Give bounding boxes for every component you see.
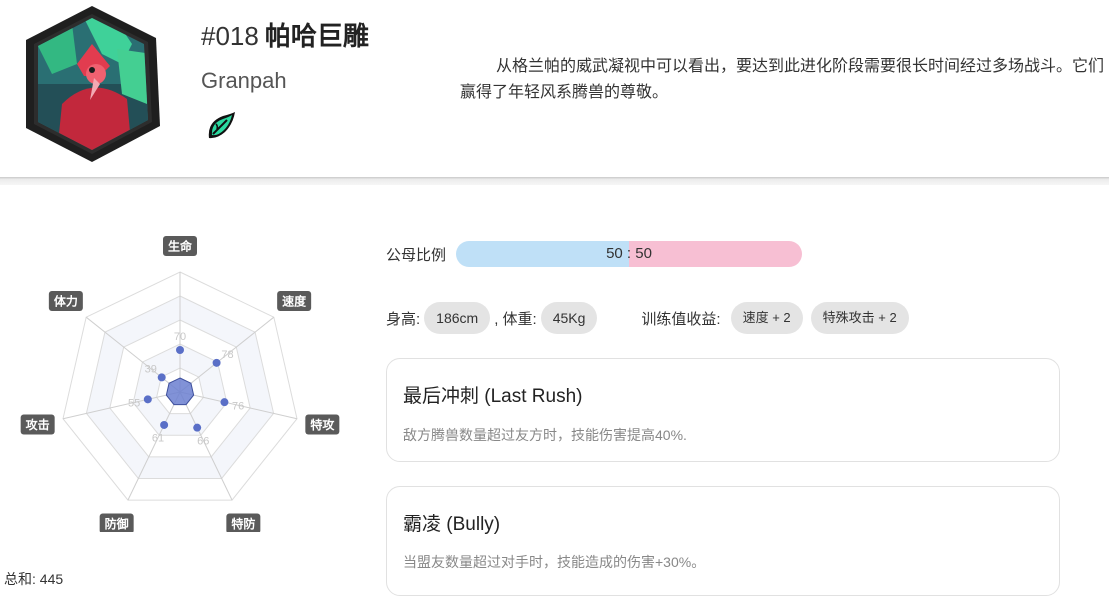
stat-point [212,358,221,367]
creature-portrait [26,6,160,162]
stat-axis-label: 速度 [277,290,312,311]
stat-value-label: 55 [128,397,140,409]
ev-badge-speed: 速度 + 2 [730,302,803,334]
stat-radar-chart: 70 78 76 66 61 55 39 生命速度特攻特防 防御 攻击 体力 [20,236,340,532]
stat-label-text: 攻击 [26,417,50,432]
ev-label: 训练值收益: [641,310,721,328]
stat-label-text: 生命 [168,239,193,254]
height-label: 身高: [386,310,421,328]
stat-total: 总和: 445 [4,571,64,587]
info-row: 身高: 186cm , 体重: 45Kg 训练值收益: 速度 + 2 特殊攻击 … [386,302,913,334]
stat-value-label: 61 [152,433,164,445]
creature-english-name: Granpah [201,68,287,93]
gender-ratio-bar: 50 : 50 [456,241,803,267]
stat-label-text: 速度 [282,293,307,308]
wind-leaf-icon[interactable] [205,110,237,142]
page-title: #018 帕哈巨雕 [201,16,369,53]
stat-point [157,373,166,382]
creature-number: #018 [201,21,259,51]
stat-point [220,398,229,407]
stat-label-text: 特防 [231,516,255,531]
gender-ratio-text: 50 : 50 [606,245,652,262]
stat-label-text: 特攻 [310,417,335,432]
stat-point [143,395,152,404]
header: #018 帕哈巨雕 Granpah 从格兰帕的威武凝视中可以看出，要达到此进化阶段… [0,0,1109,177]
stat-point [160,420,169,429]
height-value: 186cm [424,302,491,334]
creature-description: 从格兰帕的威武凝视中可以看出，要达到此进化阶段需要很长时间经过多场战斗。它们赢得… [460,58,1105,101]
stat-value-label: 70 [174,331,186,343]
ability-description: 当盟友数量超过对手时，技能造成的伤害+30%。 [403,554,706,570]
ability-title: 霸凌 (Bully) [403,514,501,535]
stat-axis-label: 生命 [163,236,197,256]
stat-axis-label: 攻击 [20,414,55,435]
stat-point [193,423,202,432]
stat-label-text: 体力 [54,293,78,308]
header-divider [0,177,1109,185]
ability-description: 敌方腾兽数量超过友方时，技能伤害提高40%. [403,427,687,443]
stat-value-label: 78 [221,349,233,361]
stat-value-label: 76 [232,400,244,412]
ability-card[interactable]: 最后冲刺 (Last Rush) 敌方腾兽数量超过友方时，技能伤害提高40%. [386,358,1060,462]
stat-axis-label: 体力 [48,290,83,311]
ability-card[interactable]: 霸凌 (Bully) 当盟友数量超过对手时，技能造成的伤害+30%。 [386,486,1060,596]
stat-label-text: 防御 [105,516,129,531]
stat-axis-label: 防御 [99,513,134,532]
weight-label: , 体重: [494,310,537,328]
gender-ratio-row: 公母比例 50 : 50 [386,241,803,267]
stat-point [176,346,184,354]
stat-axis-label: 特攻 [305,414,340,435]
stat-value-label: 39 [145,364,157,376]
stat-axis-label: 特防 [226,513,261,532]
ev-badge-special-attack: 特殊攻击 + 2 [810,302,909,334]
gender-ratio-label: 公母比例 [386,246,447,264]
ability-title: 最后冲刺 (Last Rush) [403,386,583,407]
creature-name: 帕哈巨雕 [264,21,369,51]
stat-value-label: 66 [197,435,209,447]
weight-value: 45Kg [540,302,598,334]
